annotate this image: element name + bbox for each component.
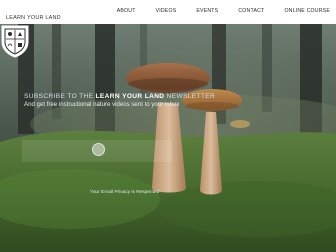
newsletter-heading: SUBSCRIBE TO THE LEARN YOUR LAND NEWSLET… xyxy=(24,93,314,100)
top-navigation-bar: LEARN YOUR LAND ABOUT VIDEOS EVENTS CONT… xyxy=(0,0,336,24)
nav-videos[interactable]: VIDEOS xyxy=(146,8,187,14)
newsletter-heading-brand: LEARN YOUR LAND xyxy=(95,93,165,100)
privacy-note: Your Email Privacy is Respected xyxy=(90,190,160,195)
forest-mushroom-image xyxy=(0,24,336,252)
main-nav: ABOUT VIDEOS EVENTS CONTACT ONLINE COURS… xyxy=(107,8,332,14)
hero-forest-background xyxy=(0,24,336,252)
nav-events[interactable]: EVENTS xyxy=(186,8,228,14)
brand-name[interactable]: LEARN YOUR LAND xyxy=(6,15,61,21)
newsletter-tagline: And get free instructional nature videos… xyxy=(24,101,180,108)
shield-crest-icon[interactable] xyxy=(0,24,30,58)
nav-online-course[interactable]: ONLINE COURSE xyxy=(274,8,332,14)
newsletter-heading-prefix: SUBSCRIBE TO THE xyxy=(24,93,96,100)
newsletter-heading-suffix: NEWSLETTER xyxy=(164,93,216,100)
nav-about[interactable]: ABOUT xyxy=(107,8,146,14)
nav-contact[interactable]: CONTACT xyxy=(228,8,274,14)
circle-submit-icon[interactable] xyxy=(92,143,105,156)
